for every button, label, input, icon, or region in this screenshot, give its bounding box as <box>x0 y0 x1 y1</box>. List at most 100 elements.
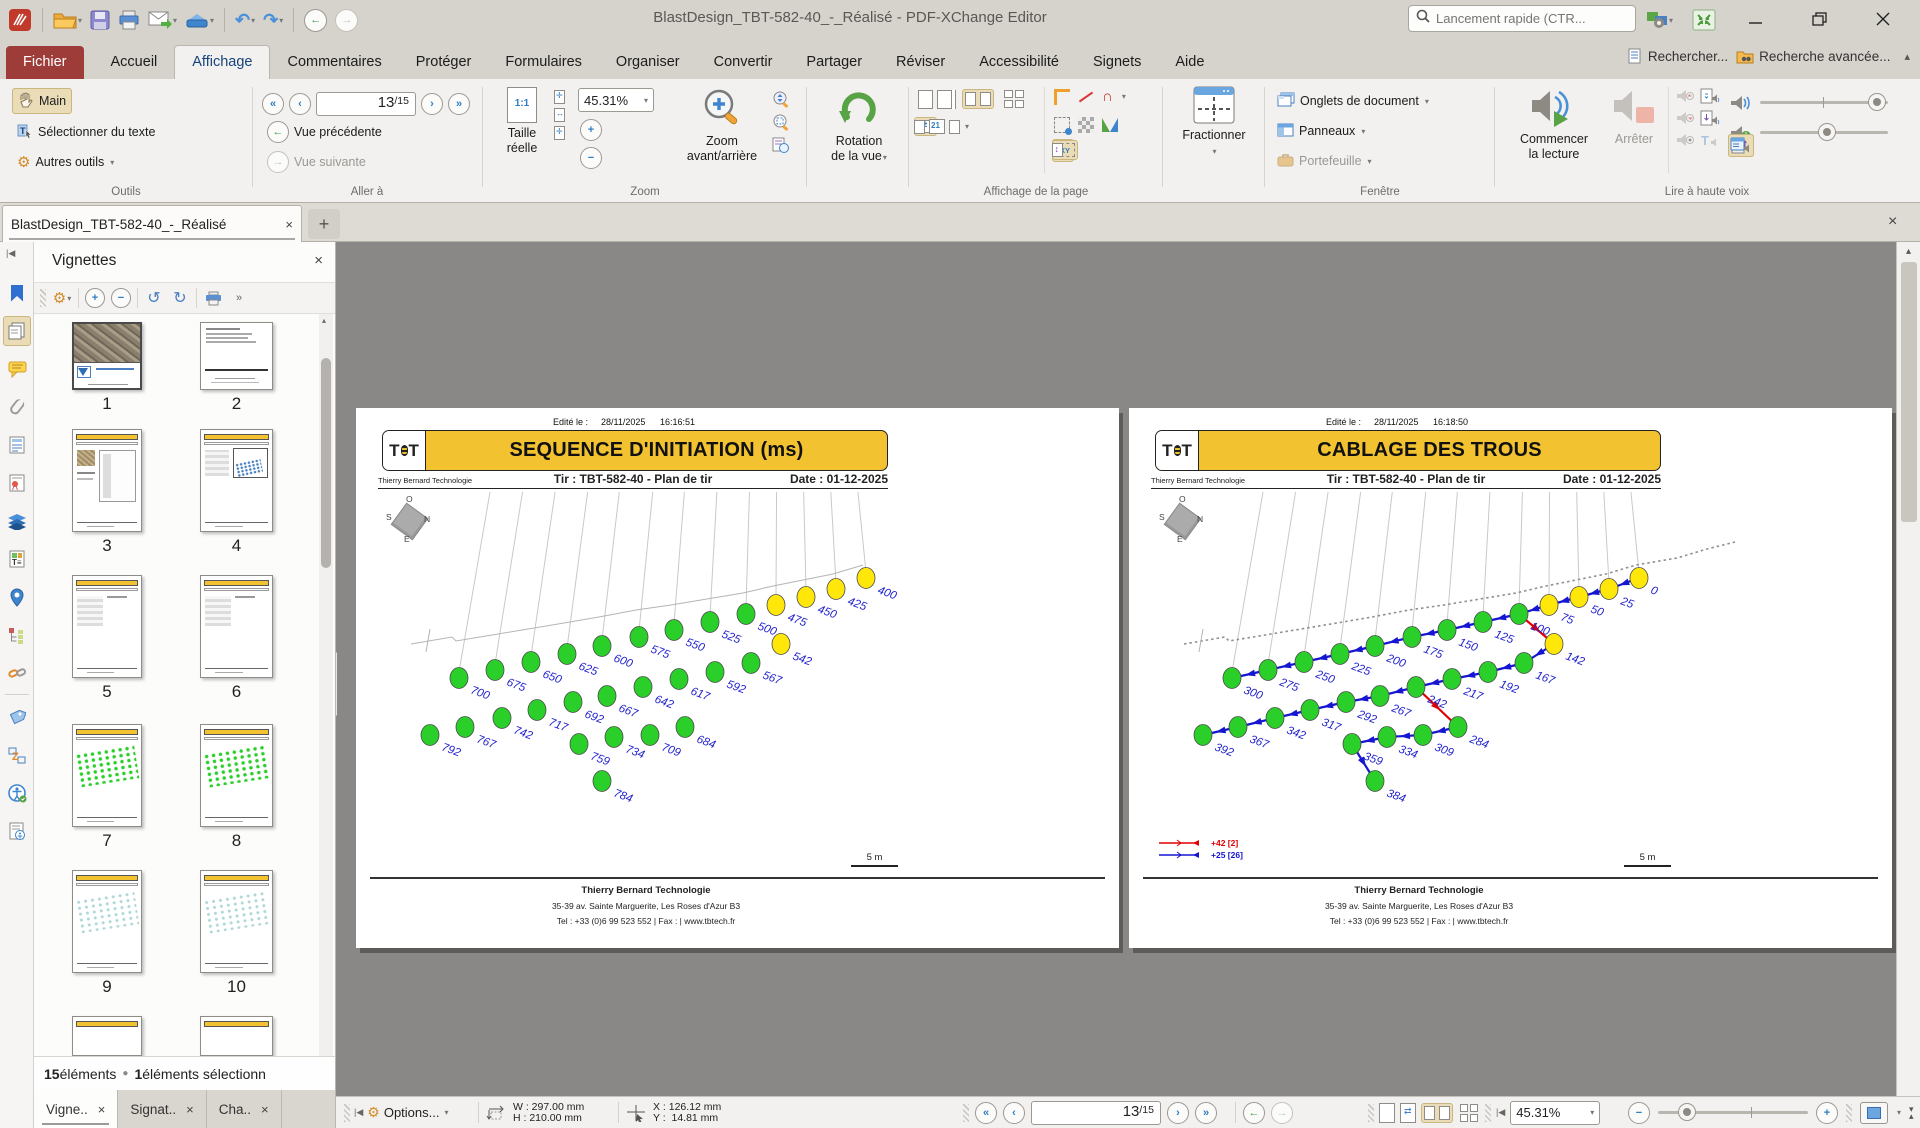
fields-panel-icon[interactable] <box>3 430 31 460</box>
snap-chevron[interactable]: ▾ <box>1122 92 1126 101</box>
document-tab-close-icon[interactable]: × <box>285 217 293 232</box>
continuous-facing-icon[interactable] <box>914 120 925 134</box>
signatures-panel-icon[interactable] <box>3 468 31 498</box>
tab-champs[interactable]: Cha..× <box>207 1090 282 1128</box>
panel-scrollbar[interactable]: ▴ <box>319 314 333 1058</box>
accessibility-panel-icon[interactable] <box>3 778 31 808</box>
rotate-view-button[interactable]: Rotationde la vue▾ <box>816 85 902 165</box>
zoom-in-button[interactable]: + <box>580 119 602 141</box>
page-thumbnail-6[interactable] <box>200 575 273 678</box>
rotate-ccw-icon[interactable]: ↺ <box>144 286 164 310</box>
layout-more-chevron[interactable]: ▾ <box>965 122 969 131</box>
status-last-page-button[interactable]: » <box>1195 1102 1217 1124</box>
next-view-button[interactable]: → <box>333 7 360 33</box>
status-zoom-combo[interactable]: 45.31%▾ <box>1510 1101 1600 1125</box>
status-previous-page-button[interactable]: ‹ <box>1003 1102 1025 1124</box>
status-zoom-out-button[interactable]: − <box>1628 1102 1650 1124</box>
transparency-grid-icon[interactable] <box>1078 117 1094 133</box>
bookmarks-panel-icon[interactable] <box>3 278 31 308</box>
open-file-button[interactable]: ▾ <box>51 7 84 33</box>
page-thumbnail-12[interactable] <box>200 1016 273 1056</box>
destinations-panel-icon[interactable] <box>3 582 31 612</box>
save-button[interactable] <box>88 7 112 33</box>
ui-options-icon[interactable]: ▾ <box>1644 7 1675 33</box>
document-tabs-button[interactable]: Onglets de document▾ <box>1272 88 1434 114</box>
status-zoom-slider[interactable] <box>1658 1111 1808 1114</box>
read-document-icon[interactable] <box>1700 110 1720 127</box>
menu-tab-protéger[interactable]: Protéger <box>399 46 489 79</box>
other-tools-button[interactable]: ⚙ Autres outils▾ <box>12 149 119 175</box>
new-tab-button[interactable]: + <box>308 209 340 239</box>
page-thumbnail-7[interactable] <box>72 724 142 827</box>
page-thumbnail-5[interactable] <box>72 575 142 678</box>
first-page-button[interactable]: « <box>262 93 284 115</box>
comments-panel-icon[interactable] <box>3 354 31 384</box>
document-view-area[interactable]: Edité le : 28/11/2025 16:16:51 TT SEQUEN… <box>337 242 1896 1096</box>
close-icon[interactable]: × <box>261 1102 269 1117</box>
collapse-panel-icon[interactable]: |◀ <box>6 248 15 259</box>
read-next-icon[interactable] <box>1676 110 1694 126</box>
stop-reading-button[interactable]: Arrêter <box>1606 83 1662 147</box>
menu-tab-affichage[interactable]: Affichage <box>174 45 270 79</box>
two-one-pages-icon[interactable]: 21 <box>929 119 945 134</box>
advanced-search-button[interactable]: Recherche avancée... <box>1736 49 1890 64</box>
document-tab[interactable]: BlastDesign_TBT-582-40_-_Réalisé × <box>2 205 302 242</box>
pan-and-zoom-button[interactable] <box>1860 1102 1888 1124</box>
print-button[interactable] <box>116 7 142 33</box>
print-thumbs-icon[interactable] <box>203 286 223 310</box>
page-thumbnail-3[interactable] <box>72 429 142 532</box>
zoom-vertical-icon[interactable] <box>772 90 790 108</box>
loupe-icon[interactable] <box>772 136 790 154</box>
content-panel-icon[interactable]: T≡ <box>3 544 31 574</box>
read-prev-icon[interactable] <box>1676 88 1694 104</box>
page-thumbnail-4[interactable] <box>200 429 273 532</box>
page-thumbnail-8[interactable] <box>200 724 273 827</box>
fit-page-icon[interactable]: ✛ <box>554 90 565 104</box>
search-document-button[interactable]: Rechercher... <box>1628 48 1728 64</box>
minimize-button[interactable] <box>1733 4 1779 34</box>
status-quad-page-icon[interactable] <box>1458 1102 1480 1124</box>
read-selection-icon[interactable]: T <box>1700 132 1720 149</box>
panel-close-icon[interactable]: × <box>314 252 323 269</box>
tags-panel-icon[interactable] <box>3 702 31 732</box>
status-page-field[interactable]: 13/15 <box>1031 1101 1161 1125</box>
tab-vignettes[interactable]: Vigne..× <box>34 1090 118 1128</box>
full-screen-icon[interactable] <box>1690 7 1718 33</box>
read-settings-icon[interactable] <box>1728 135 1752 156</box>
document-scrollbar[interactable]: ▴ <box>1896 242 1920 1096</box>
page-thumbnail-11[interactable] <box>72 1016 142 1056</box>
attachments-panel-icon[interactable] <box>3 392 31 422</box>
quad-page-icon[interactable] <box>1002 88 1026 110</box>
collapse-ribbon-icon[interactable]: ▴ <box>1904 50 1910 63</box>
portfolio-button[interactable]: Portefeuille▾ <box>1272 148 1377 174</box>
tab-signatures[interactable]: Signat..× <box>118 1090 206 1128</box>
facing-pages-icon[interactable] <box>937 90 952 109</box>
single-page-icon[interactable] <box>918 90 933 109</box>
next-view-ribbon-button[interactable]: → Vue suivante <box>262 149 371 175</box>
page-thumbnail-2[interactable] <box>200 322 273 390</box>
guides-icon[interactable] <box>1078 89 1094 105</box>
order-panel-icon[interactable]: Z <box>3 740 31 770</box>
cover-mode-icon[interactable] <box>949 120 960 134</box>
marquee-zoom-icon[interactable] <box>772 113 790 131</box>
close-icon[interactable]: × <box>186 1102 194 1117</box>
quick-launch-search[interactable] <box>1408 5 1636 32</box>
status-options-button[interactable]: Options... <box>384 1105 440 1120</box>
status-first-page-button[interactable]: « <box>975 1102 997 1124</box>
fit-width-icon[interactable]: ↔ <box>554 108 565 122</box>
page-thumbnail-9[interactable] <box>72 870 142 973</box>
status-previous-view-button[interactable]: ← <box>1243 1102 1265 1124</box>
rotate-cw-icon[interactable]: ↻ <box>170 286 190 310</box>
status-next-view-button[interactable]: → <box>1271 1102 1293 1124</box>
previous-page-button[interactable]: ‹ <box>289 93 311 115</box>
status-zoom-in-button[interactable]: + <box>1816 1102 1838 1124</box>
search-input[interactable] <box>1436 11 1628 26</box>
structure-panel-icon[interactable] <box>3 620 31 650</box>
split-button[interactable]: Fractionner▾ <box>1170 85 1258 159</box>
status-continuous-icon[interactable]: ⇄ <box>1400 1103 1416 1123</box>
status-single-page-icon[interactable] <box>1379 1103 1395 1123</box>
rulers-icon[interactable] <box>1054 89 1070 105</box>
panel-scroll-up-icon[interactable]: ▴ <box>322 316 326 325</box>
thumbnails-panel-icon[interactable] <box>3 316 31 346</box>
two-page-view-icon[interactable] <box>962 89 994 109</box>
